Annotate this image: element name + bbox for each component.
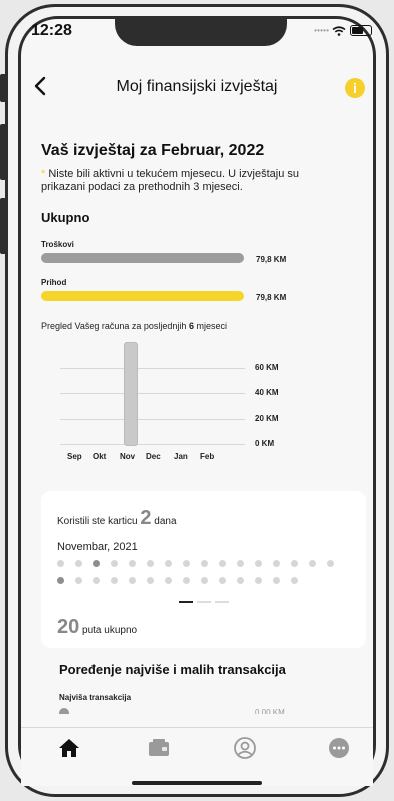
highest-transaction-bar — [59, 708, 69, 714]
usage-day-dot — [129, 577, 136, 584]
highest-transaction-value: 0,00 KM — [255, 708, 285, 714]
tab-bar — [21, 727, 373, 786]
profile-icon[interactable] — [233, 736, 257, 760]
usage-day-dot — [183, 577, 190, 584]
usage-day-dot — [201, 560, 208, 567]
usage-day-dot — [183, 560, 190, 567]
usage-day-dot — [255, 577, 262, 584]
x-tick-label: Jan — [174, 452, 188, 461]
page-dot-3[interactable] — [215, 601, 229, 603]
income-value: 79,8 KM — [256, 293, 287, 302]
transactions-heading: Poređenje najviše i malih transakcija — [59, 662, 286, 677]
overview-suffix: mjeseci — [193, 321, 227, 331]
more-icon[interactable] — [327, 736, 351, 760]
y-tick-label: 20 KM — [255, 413, 279, 423]
usage-day-dot — [327, 560, 334, 567]
card-usage-text: Koristili ste karticu 2 dana — [57, 507, 177, 530]
expenses-bar — [41, 253, 244, 263]
wallet-icon[interactable] — [147, 736, 171, 760]
usage-day-dot — [93, 577, 100, 584]
total-heading: Ukupno — [41, 210, 90, 225]
inactive-notice: * Niste bili aktivni u tekućem mjesecu. … — [41, 168, 331, 194]
x-tick-label: Sep — [67, 452, 82, 461]
notch — [115, 19, 287, 46]
card-usage-panel: Koristili ste karticu 2 dana Novembar, 2… — [41, 491, 366, 648]
grid-line — [60, 367, 245, 369]
grid-line — [60, 393, 245, 394]
report-heading: Vaš izvještaj za Februar, 2022 — [41, 142, 265, 159]
info-icon[interactable]: i — [345, 78, 365, 98]
usage-day-dot — [273, 560, 280, 567]
page-dot-2[interactable] — [197, 601, 211, 603]
usage-day-dot — [219, 577, 226, 584]
grid-line — [60, 444, 245, 445]
app-header: Moj finansijski izvještaj i — [0, 58, 394, 98]
expenses-value: 79,8 KM — [256, 255, 287, 264]
x-tick-label: Okt — [93, 452, 107, 461]
usage-day-dot — [129, 560, 136, 567]
status-icons: • • • • • — [314, 25, 372, 36]
x-tick-label: Dec — [146, 452, 161, 461]
total-suffix: puta ukupno — [79, 625, 138, 636]
signal-icon: • • • • • — [314, 26, 329, 35]
used-prefix: Koristili ste karticu — [57, 516, 141, 527]
y-tick-label: 40 KM — [255, 388, 279, 397]
page-dot-1[interactable] — [179, 601, 193, 603]
wifi-icon — [332, 25, 346, 36]
used-suffix: dana — [151, 516, 177, 527]
usage-day-dot — [75, 560, 82, 567]
used-count: 2 — [140, 507, 152, 529]
usage-day-dot — [237, 560, 244, 567]
usage-day-dot — [201, 577, 208, 584]
overview-prefix: Pregled Vašeg računa za posljednjih — [41, 321, 189, 331]
usage-day-dot — [57, 577, 64, 584]
usage-day-dot — [237, 577, 244, 584]
usage-day-dot — [291, 577, 298, 584]
home-indicator[interactable] — [132, 781, 262, 785]
usage-day-dot — [165, 577, 172, 584]
grid-line — [60, 418, 245, 420]
x-tick-label: Feb — [200, 452, 215, 461]
x-tick-label: Nov — [120, 452, 136, 461]
usage-day-dot — [75, 577, 82, 584]
usage-day-dot — [93, 560, 100, 567]
monthly-bar-chart: 60 KM 40 KM 20 KM 0 KM Sep Okt Nov Dec Jan Feb — [50, 338, 320, 468]
usage-day-dot — [111, 560, 118, 567]
expenses-label: Troškovi — [41, 240, 74, 249]
usage-dots-row-2 — [57, 577, 298, 584]
home-icon[interactable] — [57, 736, 81, 760]
overview-text: Pregled Vašeg računa za posljednjih 6 mj… — [41, 321, 227, 331]
income-bar — [41, 291, 244, 301]
notice-text: Niste bili aktivni u tekućem mjesecu. U … — [41, 168, 299, 193]
usage-day-dot — [111, 577, 118, 584]
usage-dots-row-1 — [57, 560, 334, 567]
chart-bar[interactable] — [124, 342, 138, 446]
usage-month: Novembar, 2021 — [57, 541, 138, 553]
income-label: Prihod — [41, 278, 67, 287]
total-count: 20 — [57, 616, 80, 638]
y-tick-label: 0 KM — [255, 439, 275, 448]
usage-day-dot — [165, 560, 172, 567]
y-tick-label: 60 KM — [255, 362, 279, 372]
usage-day-dot — [219, 560, 226, 567]
usage-day-dot — [147, 577, 154, 584]
usage-day-dot — [273, 577, 280, 584]
highest-transaction-label: Najviša transakcija — [59, 693, 132, 702]
usage-day-dot — [57, 560, 64, 567]
total-usage: 20 puta ukupno — [57, 616, 137, 639]
usage-day-dot — [291, 560, 298, 567]
usage-day-dot — [255, 560, 262, 567]
page-title: Moj finansijski izvještaj — [116, 78, 278, 95]
battery-icon — [350, 25, 372, 36]
page-indicator[interactable] — [179, 601, 229, 603]
status-time: 12:28 — [31, 22, 72, 39]
usage-day-dot — [309, 560, 316, 567]
usage-day-dot — [147, 560, 154, 567]
